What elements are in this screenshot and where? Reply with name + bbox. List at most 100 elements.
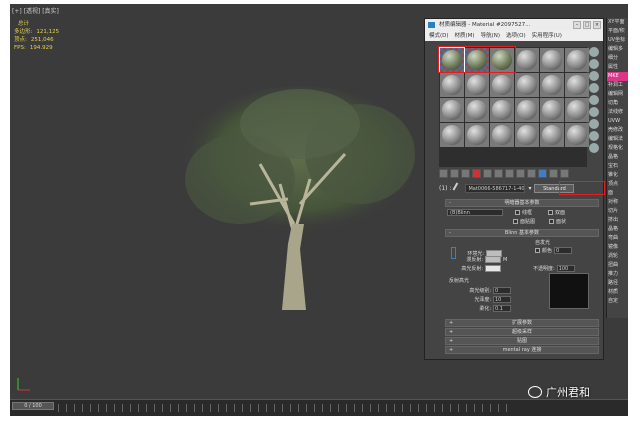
material-slot[interactable] [515,123,539,147]
modifier-item[interactable]: UVW [607,117,628,126]
eyedropper-icon[interactable] [452,182,464,194]
modifier-item-active[interactable]: MKE [607,72,628,81]
copy-material-icon[interactable] [483,169,492,178]
modifier-item[interactable]: 细分 [607,54,628,63]
time-slider[interactable]: 0 / 100 [12,402,54,410]
backlight-icon[interactable] [589,59,599,69]
modifier-item[interactable]: 编辑法 [607,135,628,144]
material-id-icon[interactable] [516,169,525,178]
material-slot[interactable] [565,73,589,97]
menu-options[interactable]: 选项(O) [506,31,526,41]
uv-tiling-icon[interactable] [589,83,599,93]
sample-type-icon[interactable] [589,47,599,57]
modifier-item[interactable]: 补洞工 [607,81,628,90]
material-editor-titlebar[interactable]: 材质编辑器 - Material #2097527... – □ × [425,19,603,31]
modifier-item[interactable]: 锥化 [607,171,628,180]
rollout-extended[interactable]: + 扩展参数 [445,319,599,327]
rollout-blinn-basic[interactable]: - Blinn 基本参数 [445,229,599,237]
material-slot[interactable] [565,98,589,122]
menu-material[interactable]: 材质(M) [455,31,475,41]
get-material-icon[interactable] [439,169,448,178]
material-slot[interactable] [565,48,589,72]
diffuse-map-button[interactable]: M [503,257,507,263]
material-name-field[interactable]: Mat0066-586717-1-40... [465,183,526,193]
material-slot[interactable] [440,98,464,122]
self-illum-spinner[interactable]: 0 [554,247,573,254]
assign-material-icon[interactable] [461,169,470,178]
video-check-icon[interactable] [589,95,599,105]
gloss-spinner[interactable]: 10 [493,296,511,303]
material-slot[interactable] [440,123,464,147]
modifier-item[interactable]: 涡轮 [607,252,628,261]
specular-swatch[interactable] [485,265,501,272]
spec-level-spinner[interactable]: 0 [493,287,511,294]
go-parent-icon[interactable] [549,169,558,178]
material-slot[interactable] [465,98,489,122]
tree-model[interactable] [170,84,430,314]
material-slot[interactable] [515,48,539,72]
material-slot[interactable] [440,73,464,97]
viewport-label[interactable]: [+] [透视] [真实] [12,6,59,15]
wire-checkbox[interactable] [515,210,520,215]
modifier-item[interactable]: 法线修 [607,108,628,117]
rollout-maps[interactable]: + 贴图 [445,337,599,345]
put-to-scene-icon[interactable] [450,169,459,178]
modifier-item[interactable]: 自定 [607,297,628,306]
face-map-checkbox[interactable] [513,219,518,224]
menu-utilities[interactable]: 实用程序(U) [532,31,562,41]
rollout-mentalray[interactable]: + mental ray 连接 [445,346,599,354]
modifier-item[interactable]: XY平面 [607,18,628,27]
material-slot[interactable] [515,98,539,122]
show-map-icon[interactable] [527,169,536,178]
material-slot[interactable] [540,48,564,72]
modifier-item[interactable]: 编辑多 [607,45,628,54]
modifier-item[interactable]: 扭曲 [607,261,628,270]
background-icon[interactable] [589,71,599,81]
put-to-library-icon[interactable] [505,169,514,178]
two-sided-checkbox[interactable] [548,210,554,215]
modifier-item[interactable]: 晶格 [607,153,628,162]
self-illum-color-checkbox[interactable] [535,248,540,253]
modifier-item[interactable]: 晶格 [607,225,628,234]
select-by-material-icon[interactable] [589,131,599,141]
menu-mode[interactable]: 模式(D) [429,31,449,41]
preview-icon[interactable] [589,107,599,117]
material-slot[interactable] [490,123,514,147]
material-slot[interactable] [540,98,564,122]
go-sibling-icon[interactable] [560,169,569,178]
show-end-result-icon[interactable] [538,169,547,178]
close-button[interactable]: × [593,21,601,29]
make-unique-icon[interactable] [494,169,503,178]
modifier-item[interactable]: 材质 [607,288,628,297]
modifier-item[interactable]: 挤出 [607,216,628,225]
modifier-item[interactable]: 编辑网 [607,90,628,99]
rollout-supersampling[interactable]: + 超级采样 [445,328,599,336]
modifier-item[interactable]: 宝石 [607,162,628,171]
faceted-checkbox[interactable] [549,219,555,224]
material-slot[interactable] [540,123,564,147]
modifier-item[interactable]: 弯曲 [607,234,628,243]
modifier-item[interactable]: 对称 [607,198,628,207]
modifier-item[interactable]: UV坐标 [607,36,628,45]
modifier-item[interactable]: 镜像 [607,243,628,252]
lock-icon[interactable] [451,247,456,259]
modifier-item[interactable]: 平面/积 [607,27,628,36]
material-slot[interactable] [465,123,489,147]
diffuse-swatch[interactable] [485,256,501,263]
modifier-item[interactable]: 壳修改 [607,126,628,135]
material-slot[interactable] [515,73,539,97]
maximize-button[interactable]: □ [583,21,591,29]
modifier-item[interactable]: 面 [607,189,628,198]
shader-type-select[interactable]: (B)Blinn [447,209,503,216]
modifier-item[interactable]: 顶点 [607,180,628,189]
soften-spinner[interactable]: 0.1 [493,305,511,312]
material-navigator-icon[interactable] [589,143,599,153]
name-dropdown-icon[interactable]: ▾ [528,185,531,192]
material-slot[interactable] [490,98,514,122]
options-icon[interactable] [589,119,599,129]
modifier-item[interactable]: 切片 [607,207,628,216]
rollout-shader-basic[interactable]: - 明暗器基本参数 [445,199,599,207]
opacity-spinner[interactable]: 100 [556,265,575,272]
material-slot[interactable] [540,73,564,97]
modifier-item[interactable]: 属性 [607,63,628,72]
